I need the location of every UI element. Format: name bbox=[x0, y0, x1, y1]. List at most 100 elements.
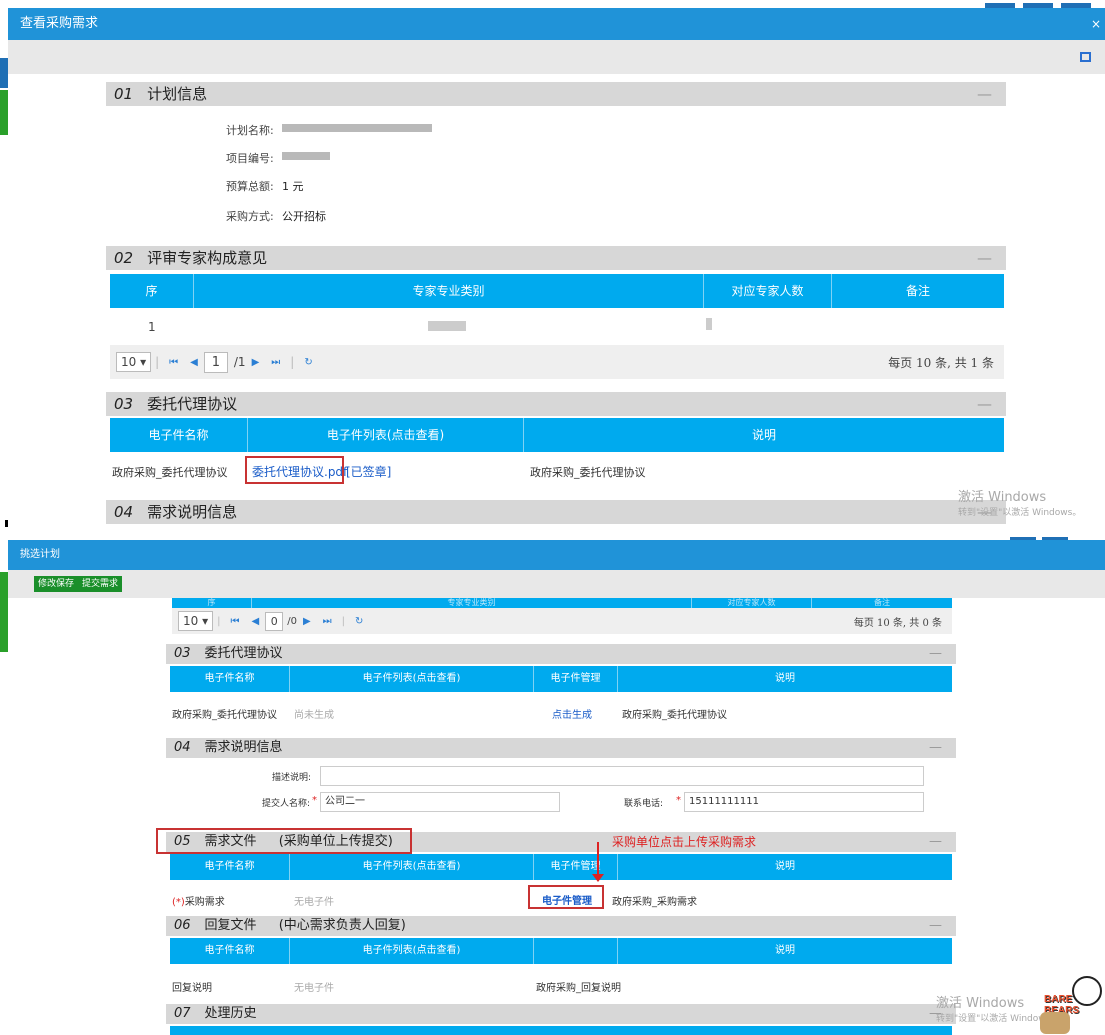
column-header: 电子件列表(点击查看) bbox=[290, 666, 534, 692]
agreement-desc: 政府采购_委托代理协议 bbox=[530, 466, 646, 479]
signed-badge: [已签章] bbox=[346, 465, 392, 479]
close-icon[interactable]: × bbox=[1091, 8, 1101, 40]
generate-link[interactable]: 点击生成 bbox=[552, 706, 592, 721]
budget-value: 1 元 bbox=[282, 180, 304, 193]
window-toolbar bbox=[8, 40, 1105, 74]
method-value: 公开招标 bbox=[282, 210, 326, 223]
agreement-file-link[interactable]: 委托代理协议.pdf bbox=[252, 463, 347, 480]
collapse-icon[interactable]: — bbox=[929, 644, 942, 664]
column-header: 备注 bbox=[874, 598, 890, 607]
collapse-icon[interactable]: — bbox=[929, 916, 942, 936]
history-table-header bbox=[170, 1026, 952, 1035]
experts-table-header: 序 专家专业类别 对应专家人数 备注 bbox=[110, 274, 1004, 308]
section-header-demand-info: 04 需求说明信息 — bbox=[106, 500, 1006, 524]
column-header: 说明 bbox=[775, 673, 795, 684]
window-toolbar bbox=[8, 570, 1105, 598]
agreement-file-status: 尚未生成 bbox=[294, 710, 334, 721]
column-header: 对应专家人数 bbox=[692, 598, 812, 608]
budget-label: 预算总额: bbox=[226, 180, 274, 193]
pager-info: 每页 10 条, 共 0 条 bbox=[853, 617, 942, 629]
column-header: 备注 bbox=[905, 284, 930, 298]
page-size-select[interactable]: 10 ▾ bbox=[178, 611, 214, 631]
desc-label: 描述说明: bbox=[272, 773, 312, 783]
left-edge-bar bbox=[0, 90, 8, 135]
bare-bears-sticker: BARE BEARS bbox=[1030, 972, 1105, 1035]
agreement-table-header: 电子件名称 电子件列表(点击查看) 说明 bbox=[110, 418, 1004, 452]
phone-label: 联系电话: bbox=[624, 799, 664, 809]
demand-file-desc: 政府采购_采购需求 bbox=[612, 897, 697, 908]
total-pages: /0 bbox=[287, 615, 297, 627]
highlight-box bbox=[156, 828, 412, 854]
method-label: 采购方式: bbox=[226, 210, 274, 223]
section-header-demand-info: 04 需求说明信息 — bbox=[166, 738, 956, 758]
prev-page-icon[interactable]: ◀ bbox=[252, 616, 260, 627]
section-header-agreement: 03 委托代理协议 — bbox=[166, 644, 956, 664]
column-header bbox=[534, 938, 618, 964]
bear-icon bbox=[1040, 1012, 1070, 1034]
collapse-icon[interactable]: — bbox=[977, 82, 992, 106]
refresh-icon[interactable]: ↻ bbox=[304, 357, 312, 368]
column-header: 序 bbox=[172, 598, 252, 608]
column-header: 说明 bbox=[751, 428, 776, 442]
expert-row-index: 1 bbox=[148, 320, 156, 334]
column-header: 对应专家人数 bbox=[704, 274, 832, 308]
total-pages: /1 bbox=[233, 355, 246, 369]
arrow-head-icon bbox=[592, 874, 604, 882]
window-title: 挑选计划 bbox=[20, 549, 60, 560]
windows-activation-watermark: 激活 Windows 转到"设置"以激活 Windows。 bbox=[958, 490, 1082, 518]
column-header: 电子件名称 bbox=[170, 938, 290, 964]
column-header: 电子件列表(点击查看) bbox=[290, 938, 534, 964]
next-page-icon[interactable]: ▶ bbox=[252, 357, 260, 368]
reply-file-name: 回复说明 bbox=[172, 983, 212, 994]
window-titlebar: 查看采购需求 × bbox=[8, 8, 1105, 40]
pager-info: 每页 10 条, 共 1 条 bbox=[888, 355, 994, 370]
required-mark: * bbox=[676, 795, 681, 806]
collapse-icon[interactable]: — bbox=[929, 832, 942, 852]
collapse-icon[interactable]: — bbox=[929, 738, 942, 758]
collapse-icon[interactable]: — bbox=[977, 392, 992, 416]
window-title: 查看采购需求 bbox=[20, 16, 99, 31]
phone-input[interactable]: 15111111111 bbox=[684, 792, 924, 812]
demand-file-name: 采购需求 bbox=[184, 897, 225, 908]
page-size-select[interactable]: 10 ▾ bbox=[116, 352, 152, 372]
first-page-icon[interactable]: ⏮ bbox=[169, 357, 178, 368]
column-header: 电子件管理 bbox=[534, 666, 618, 692]
experts-pager: 10 ▾ | ⏮ ◀ 0 /0 ▶ ⏭ | ↻ 每页 10 条, 共 0 条 bbox=[172, 608, 952, 634]
column-header: 说明 bbox=[775, 861, 795, 872]
column-header: 序 bbox=[110, 274, 194, 308]
reply-file-desc: 政府采购_回复说明 bbox=[536, 983, 621, 994]
first-page-icon[interactable]: ⏮ bbox=[231, 616, 240, 627]
prev-page-icon[interactable]: ◀ bbox=[190, 357, 198, 368]
column-header: 专家专业类别 bbox=[194, 274, 704, 308]
collapse-icon[interactable]: — bbox=[977, 246, 992, 270]
last-page-icon[interactable]: ⏭ bbox=[271, 357, 280, 368]
agreement-desc: 政府采购_委托代理协议 bbox=[622, 710, 727, 721]
experts-pager: 10 ▾ | ⏮ ◀ 1 /1 ▶ ⏭ | ↻ 每页 10 条, 共 1 条 bbox=[110, 345, 1004, 379]
file-manage-link[interactable]: 电子件管理 bbox=[542, 892, 592, 907]
left-edge-bar bbox=[0, 58, 8, 88]
page-number-input[interactable]: 1 bbox=[203, 351, 228, 373]
column-header: 电子件管理 bbox=[534, 854, 618, 880]
left-edge-bar bbox=[0, 572, 8, 652]
column-header: 电子件名称 bbox=[170, 854, 290, 880]
column-header: 电子件名称 bbox=[110, 418, 248, 452]
corner-mark bbox=[5, 520, 8, 527]
section-header-agreement: 03 委托代理协议 — bbox=[106, 392, 1006, 416]
expert-count-redacted bbox=[706, 318, 712, 330]
form-icon[interactable] bbox=[1080, 52, 1091, 62]
required-mark: (*) bbox=[172, 897, 185, 908]
column-header: 专家专业类别 bbox=[252, 598, 692, 608]
last-page-icon[interactable]: ⏭ bbox=[323, 616, 332, 627]
background-window-strip bbox=[985, 0, 1105, 11]
save-changes-button[interactable]: 修改保存 bbox=[34, 576, 79, 592]
reply-file-table-header: 电子件名称 电子件列表(点击查看) 说明 bbox=[170, 938, 952, 964]
refresh-icon[interactable]: ↻ bbox=[355, 616, 363, 627]
column-header: 电子件名称 bbox=[170, 666, 290, 692]
window-titlebar: 挑选计划 bbox=[8, 540, 1105, 570]
annotation-text: 采购单位点击上传采购需求 bbox=[612, 835, 757, 849]
submitter-input[interactable]: 公司二一 bbox=[320, 792, 560, 812]
desc-input[interactable] bbox=[320, 766, 924, 786]
page-number-input[interactable]: 0 bbox=[265, 611, 284, 631]
next-page-icon[interactable]: ▶ bbox=[303, 616, 311, 627]
submit-demand-button[interactable]: 提交需求 bbox=[78, 576, 123, 592]
